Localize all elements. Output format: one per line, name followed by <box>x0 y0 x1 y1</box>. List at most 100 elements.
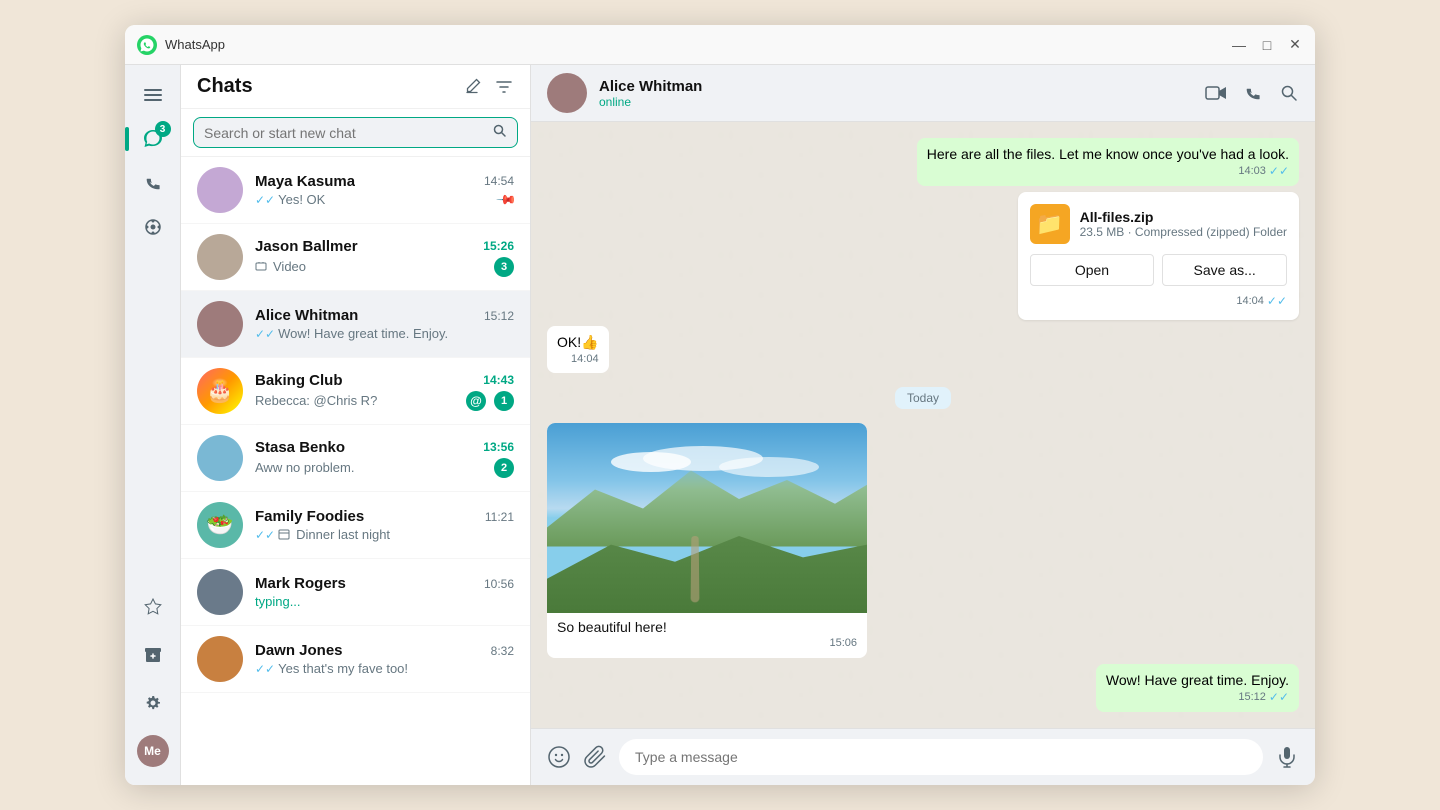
chat-item-maya[interactable]: Maya Kasuma 14:54 ✓✓Yes! OK 📌 <box>181 157 530 224</box>
chat-messages: Here are all the files. Let me know once… <box>531 122 1315 728</box>
chat-preview-mark: typing... <box>255 594 301 609</box>
chat-name-row-alice: Alice Whitman 15:12 <box>255 307 514 324</box>
search-chat-button[interactable] <box>1279 83 1299 103</box>
message-text-5: Wow! Have great time. Enjoy. <box>1106 672 1289 688</box>
nav-settings-button[interactable] <box>133 683 173 723</box>
nav-chats-button[interactable]: 3 <box>133 119 173 159</box>
filter-button[interactable] <box>494 77 514 97</box>
search-input-wrap[interactable] <box>193 117 518 148</box>
avatar-dawn <box>197 636 243 682</box>
save-file-button[interactable]: Save as... <box>1162 254 1287 286</box>
chat-preview-alice: ✓✓ Wow! Have great time. Enjoy. <box>255 326 448 341</box>
chat-name-jason: Jason Ballmer <box>255 238 358 255</box>
chat-name-row-dawn: Dawn Jones 8:32 <box>255 642 514 659</box>
chat-info-jason: Jason Ballmer 15:26 Video 3 <box>255 238 514 277</box>
minimize-button[interactable]: — <box>1231 37 1247 53</box>
voice-message-button[interactable] <box>1275 745 1299 769</box>
title-bar: WhatsApp — □ ✕ <box>125 25 1315 65</box>
chat-preview-row-dawn: ✓✓ Yes that's my fave too! <box>255 661 514 676</box>
message-input[interactable] <box>619 739 1263 775</box>
chat-avatar[interactable] <box>547 73 587 113</box>
app-logo <box>137 35 157 55</box>
chat-list-header: Chats <box>181 65 530 109</box>
search-input[interactable] <box>204 125 493 141</box>
message-1: Here are all the files. Let me know once… <box>917 138 1299 186</box>
chat-time-jason: 15:26 <box>483 239 514 253</box>
close-button[interactable]: ✕ <box>1287 37 1303 53</box>
app-title: WhatsApp <box>165 37 1231 52</box>
chat-name-alice: Alice Whitman <box>255 307 358 324</box>
chat-preview: ✓✓Yes! OK <box>255 192 325 207</box>
nav-menu-button[interactable] <box>133 75 173 115</box>
nav-calls-button[interactable] <box>133 163 173 203</box>
emoji-button[interactable] <box>547 745 571 769</box>
chat-time-stasa: 13:56 <box>483 440 514 454</box>
avatar-family: 🥗 <box>197 502 243 548</box>
photo-caption: So beautiful here! <box>547 613 867 637</box>
chat-contact-name[interactable]: Alice Whitman <box>599 78 1193 95</box>
message-text: Here are all the files. Let me know once… <box>927 146 1289 162</box>
chat-header-actions <box>1205 82 1299 104</box>
chat-item-family[interactable]: 🥗 Family Foodies 11:21 ✓✓ Dinner last ni… <box>181 492 530 559</box>
chat-name-row: Maya Kasuma 14:54 <box>255 173 514 190</box>
chat-list-title: Chats <box>197 75 253 98</box>
chat-name-row-stasa: Stasa Benko 13:56 <box>255 439 514 456</box>
attach-button[interactable] <box>583 745 607 769</box>
nav-profile-avatar[interactable]: Me <box>133 731 173 771</box>
chat-name-row-jason: Jason Ballmer 15:26 <box>255 238 514 255</box>
photo-bubble: So beautiful here! 15:06 ❤️ <box>547 423 867 658</box>
ticks-family: ✓✓ <box>255 528 275 542</box>
chat-preview-row-baking: Rebecca: @Chris R? @ 1 <box>255 391 514 411</box>
chat-item-stasa[interactable]: Stasa Benko 13:56 Aww no problem. 2 <box>181 425 530 492</box>
chat-time: 14:54 <box>484 174 514 188</box>
video-call-button[interactable] <box>1205 82 1227 104</box>
msg-ticks: ✓✓ <box>1269 164 1289 178</box>
nav-archived-button[interactable] <box>133 635 173 675</box>
search-icon <box>493 124 507 141</box>
voice-call-button[interactable] <box>1243 83 1263 103</box>
chat-name-row-baking: Baking Club 14:43 <box>255 372 514 389</box>
file-name: All-files.zip <box>1080 209 1287 225</box>
chat-item-dawn[interactable]: Dawn Jones 8:32 ✓✓ Yes that's my fave to… <box>181 626 530 693</box>
message-3: OK!👍 14:04 <box>547 326 609 373</box>
chat-time-family: 11:21 <box>485 510 514 524</box>
new-chat-button[interactable] <box>462 77 482 97</box>
chat-info-maya: Maya Kasuma 14:54 ✓✓Yes! OK 📌 <box>255 173 514 208</box>
file-icon: 📁 <box>1030 204 1070 244</box>
search-bar <box>181 109 530 157</box>
chat-item-jason[interactable]: Jason Ballmer 15:26 Video 3 <box>181 224 530 291</box>
chat-status: online <box>599 95 1193 109</box>
nav-communities-button[interactable] <box>133 207 173 247</box>
chat-input-bar <box>531 728 1315 785</box>
chat-name-dawn: Dawn Jones <box>255 642 343 659</box>
open-file-button[interactable]: Open <box>1030 254 1155 286</box>
file-bubble: 📁 All-files.zip 23.5 MB · Compressed (zi… <box>1018 192 1299 320</box>
chat-time-alice: 15:12 <box>484 309 514 323</box>
avatar-baking: 🎂 <box>197 368 243 414</box>
chat-header: Alice Whitman online <box>531 65 1315 122</box>
window-controls: — □ ✕ <box>1231 37 1303 53</box>
chat-time-baking: 14:43 <box>483 373 514 387</box>
message-5: Wow! Have great time. Enjoy. 15:12 ✓✓ <box>1096 664 1299 712</box>
chat-items: Maya Kasuma 14:54 ✓✓Yes! OK 📌 <box>181 157 530 785</box>
app-body: 3 <box>125 65 1315 785</box>
chat-preview-baking: Rebecca: @Chris R? <box>255 393 377 408</box>
chat-item-alice[interactable]: Alice Whitman 15:12 ✓✓ Wow! Have great t… <box>181 291 530 358</box>
unread-badge-stasa: 2 <box>494 458 514 478</box>
chat-preview-row-stasa: Aww no problem. 2 <box>255 458 514 478</box>
chat-name-mark: Mark Rogers <box>255 575 346 592</box>
avatar-stasa <box>197 435 243 481</box>
chat-preview-family: ✓✓ Dinner last night <box>255 527 390 542</box>
nav-starred-button[interactable] <box>133 587 173 627</box>
ticks-icon: ✓✓ <box>255 193 275 207</box>
message-time: 14:03 ✓✓ <box>927 164 1289 178</box>
chat-item-mark[interactable]: Mark Rogers 10:56 typing... <box>181 559 530 626</box>
chat-item-baking[interactable]: 🎂 Baking Club 14:43 Rebecca: @Chris R? @… <box>181 358 530 425</box>
chat-name-stasa: Stasa Benko <box>255 439 345 456</box>
chat-info-family: Family Foodies 11:21 ✓✓ Dinner last nigh… <box>255 508 514 542</box>
file-header: 📁 All-files.zip 23.5 MB · Compressed (zi… <box>1030 204 1287 244</box>
avatar-mark <box>197 569 243 615</box>
chat-list-panel: Chats <box>181 65 531 785</box>
maximize-button[interactable]: □ <box>1259 37 1275 53</box>
chat-info-stasa: Stasa Benko 13:56 Aww no problem. 2 <box>255 439 514 478</box>
